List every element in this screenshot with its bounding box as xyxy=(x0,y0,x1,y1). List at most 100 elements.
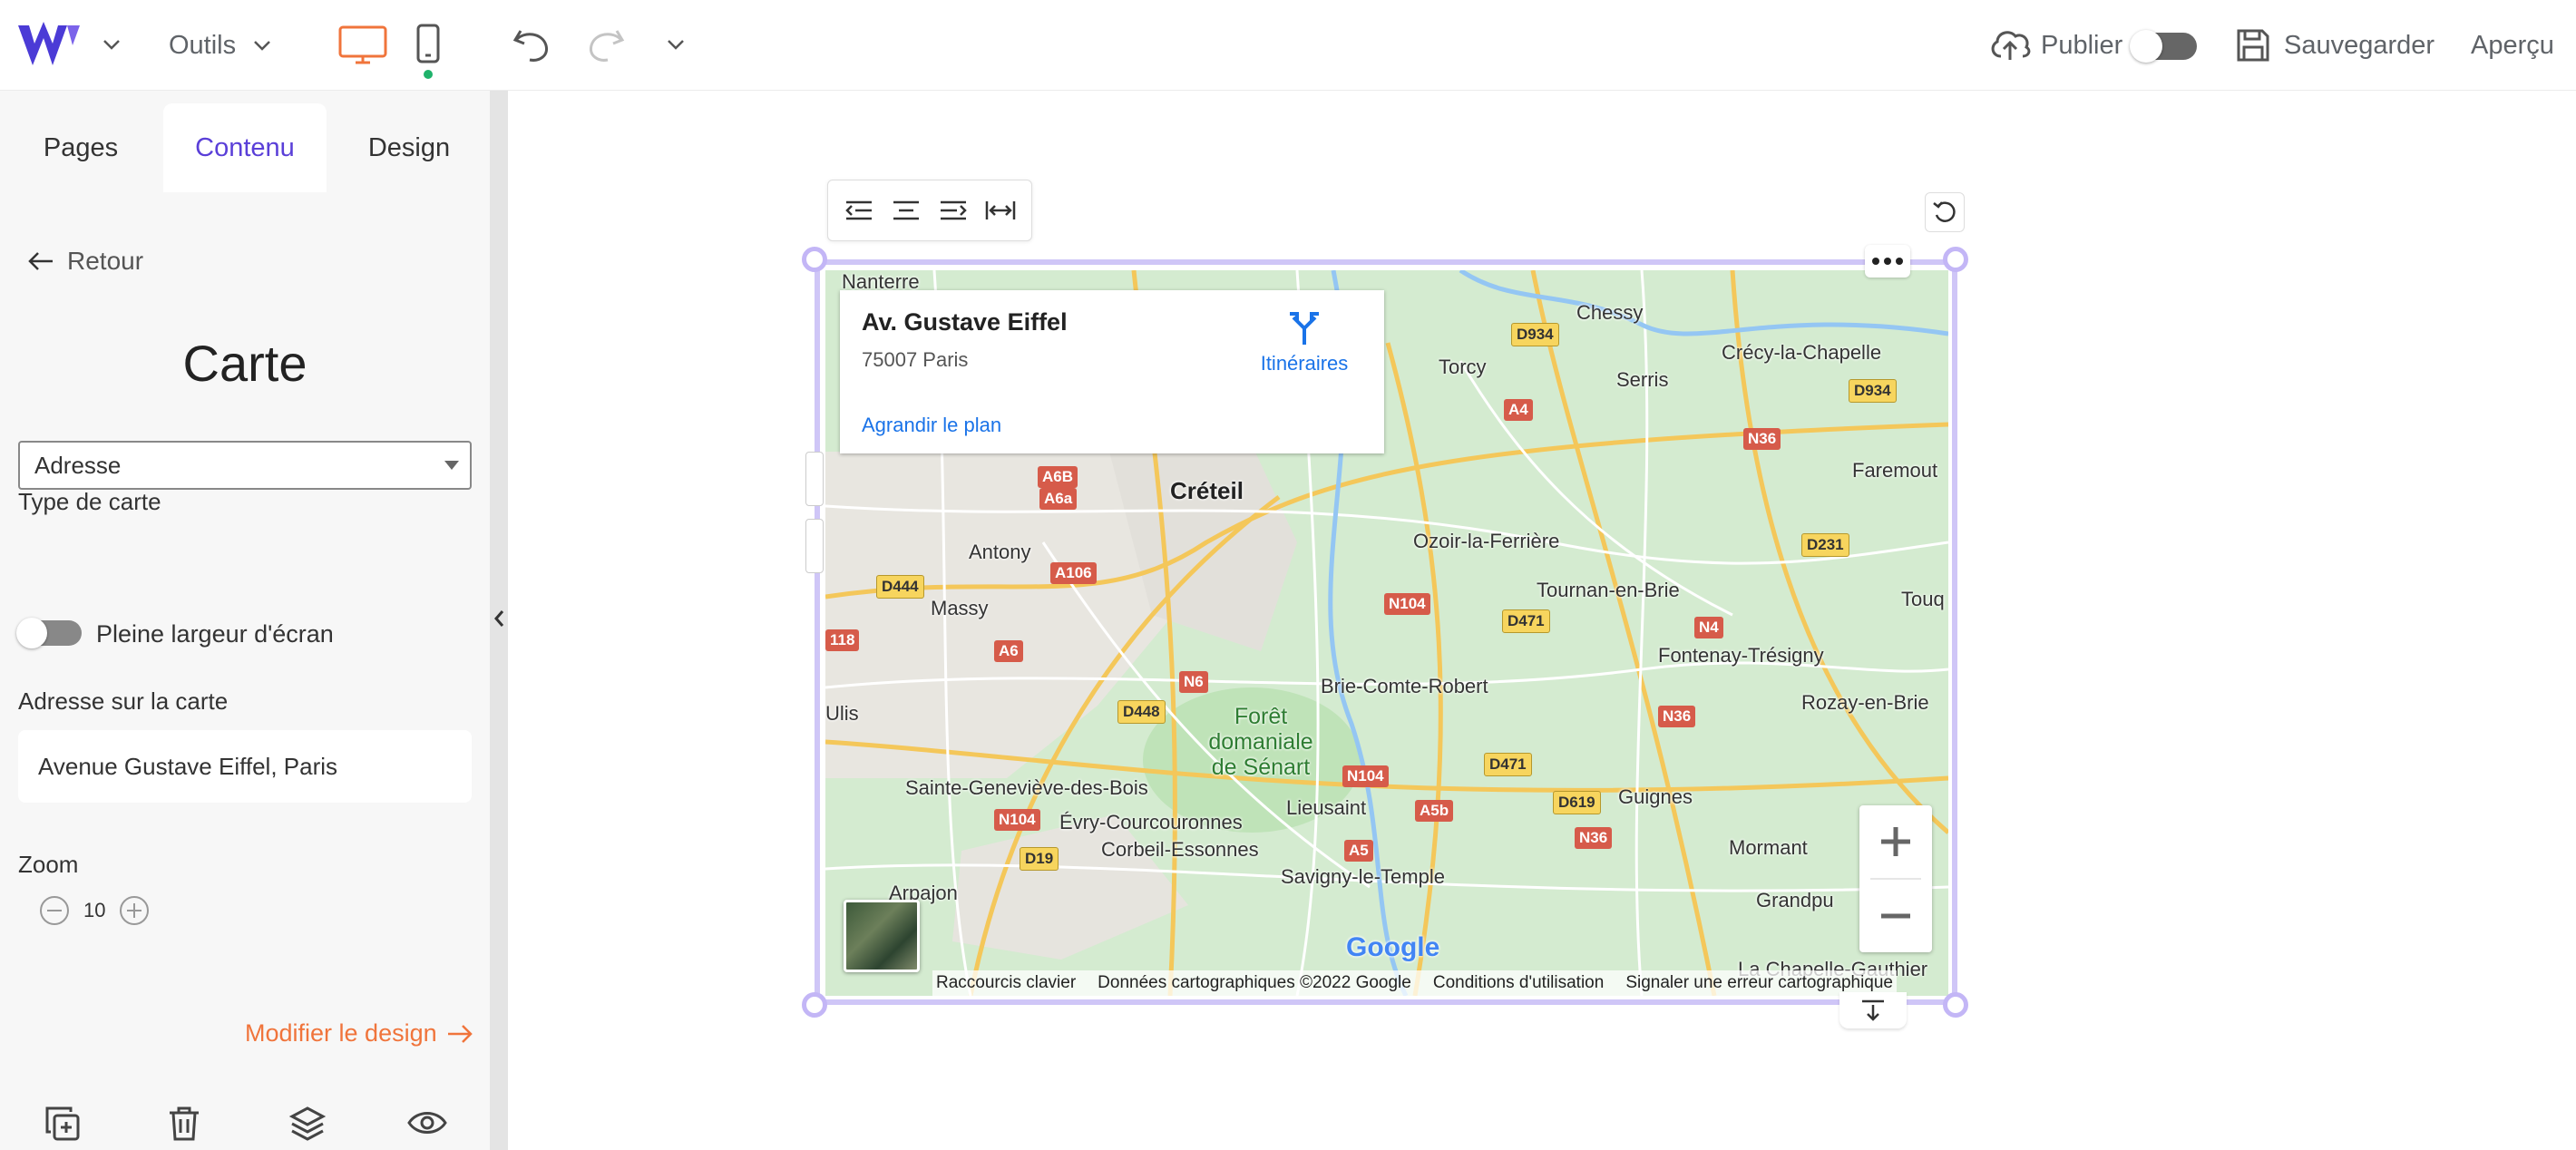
undo-button[interactable] xyxy=(508,22,555,69)
zoom-label: Zoom xyxy=(18,851,79,878)
road-a6b: A6B xyxy=(1038,466,1078,488)
minus-icon xyxy=(1881,913,1910,919)
map-label-nanterre: Nanterre xyxy=(842,270,920,293)
address-label: Adresse sur la carte xyxy=(18,687,229,715)
road-a5b: A5b xyxy=(1415,800,1454,822)
reset-icon xyxy=(1933,201,1956,222)
logo-icon[interactable] xyxy=(16,18,85,73)
map-label-ulis: Ulis xyxy=(825,702,859,725)
trash-icon[interactable] xyxy=(167,1105,201,1143)
modify-design-link[interactable]: Modifier le design xyxy=(245,1019,473,1048)
map-label-mormant: Mormant xyxy=(1729,836,1808,859)
map-label-massy: Massy xyxy=(931,597,989,619)
road-d934: D934 xyxy=(1849,379,1897,403)
back-label: Retour xyxy=(67,247,144,275)
mobile-view-button[interactable] xyxy=(410,20,446,82)
road-d619: D619 xyxy=(1553,791,1601,814)
map-label-fontenay: Fontenay-Trésigny xyxy=(1658,644,1824,667)
road-a106: A106 xyxy=(1050,562,1097,584)
road-n104: N104 xyxy=(1342,765,1389,787)
insert-below-icon xyxy=(1862,999,1884,1021)
map-label-corbeil: Corbeil-Essonnes xyxy=(1101,838,1259,861)
tools-menu[interactable]: Outils xyxy=(169,22,272,69)
publish-button[interactable]: Publier xyxy=(1988,22,2122,69)
road-d471: D471 xyxy=(1502,609,1550,633)
drag-handle-bottom[interactable] xyxy=(805,519,824,573)
dropdown-arrow-icon xyxy=(444,461,459,470)
map-label-crecy: Crécy-la-Chapelle xyxy=(1722,341,1882,364)
keyboard-shortcuts-link[interactable]: Raccourcis clavier xyxy=(936,973,1076,993)
road-d934: D934 xyxy=(1511,323,1559,346)
more-chevron-button[interactable] xyxy=(662,31,689,58)
map-label-torcy: Torcy xyxy=(1439,356,1487,378)
cloud-upload-icon xyxy=(1991,31,2031,60)
eye-icon[interactable] xyxy=(406,1106,448,1139)
directions-button[interactable]: Itinéraires xyxy=(1250,310,1359,375)
map-zoom-out-button[interactable] xyxy=(1859,880,1932,952)
panel-title: Carte xyxy=(182,335,307,392)
sidebar-tabs: Pages Contenu Design xyxy=(0,103,490,192)
terms-link[interactable]: Conditions d'utilisation xyxy=(1433,973,1604,993)
redo-icon xyxy=(590,30,625,62)
drag-handle-top[interactable] xyxy=(805,452,824,506)
road-n6: N6 xyxy=(1179,671,1208,693)
publish-toggle[interactable] xyxy=(2130,30,2197,63)
duplicate-icon[interactable] xyxy=(44,1105,82,1143)
resize-handle-top-left[interactable] xyxy=(802,247,827,272)
resize-handle-bottom-right[interactable] xyxy=(1943,992,1968,1018)
minus-circle-icon[interactable] xyxy=(38,894,71,927)
chevron-down-icon[interactable] xyxy=(98,31,125,58)
sidebar-footer-actions xyxy=(0,1097,490,1150)
road-a6: A6 xyxy=(994,640,1023,662)
dot-icon xyxy=(1896,258,1903,265)
resize-handle-bottom-left[interactable] xyxy=(802,992,827,1018)
chevron-down-icon xyxy=(254,41,271,51)
tab-design[interactable]: Design xyxy=(328,103,490,192)
map-label-sgdb: Sainte-Geneviève-des-Bois xyxy=(905,776,1148,799)
modify-design-label: Modifier le design xyxy=(245,1019,437,1047)
map-type-label: Type de carte xyxy=(18,488,161,515)
sidebar-collapse-handle[interactable] xyxy=(490,91,508,1150)
road-d448: D448 xyxy=(1117,700,1166,724)
chevron-down-icon xyxy=(668,40,684,50)
fullwidth-toggle[interactable] xyxy=(16,618,82,648)
map-label-grandpuits: Grandpu xyxy=(1756,889,1834,911)
road-d231: D231 xyxy=(1801,533,1849,557)
desktop-view-button[interactable] xyxy=(336,22,390,69)
reset-button[interactable] xyxy=(1925,192,1965,232)
insert-below-button[interactable] xyxy=(1839,992,1907,1028)
tools-label: Outils xyxy=(169,30,237,60)
road-n36: N36 xyxy=(1658,706,1696,727)
layers-icon[interactable] xyxy=(288,1105,327,1143)
align-left-icon[interactable] xyxy=(843,197,875,224)
map-zoom-in-button[interactable] xyxy=(1859,805,1932,878)
save-button[interactable]: Sauvegarder xyxy=(2235,22,2435,69)
map-type-select[interactable]: Adresse xyxy=(18,441,472,490)
toggle-knob xyxy=(16,618,47,648)
redo-button[interactable] xyxy=(582,22,629,69)
place-subtitle: 75007 Paris xyxy=(862,348,969,371)
map-label-brie: Brie-Comte-Robert xyxy=(1321,675,1488,697)
dot-icon xyxy=(1884,258,1891,265)
back-link[interactable]: Retour xyxy=(27,247,143,276)
preview-button[interactable]: Aperçu xyxy=(2471,22,2554,69)
tab-pages[interactable]: Pages xyxy=(0,103,161,192)
map-embed[interactable]: Av. Gustave Eiffel 75007 Paris Itinérair… xyxy=(825,270,1948,996)
align-center-icon[interactable] xyxy=(890,197,922,224)
tab-contenu[interactable]: Contenu xyxy=(163,103,327,192)
desktop-icon xyxy=(338,25,387,64)
publish-label: Publier xyxy=(2041,30,2123,60)
report-error-link[interactable]: Signaler une erreur cartographique xyxy=(1625,973,1893,993)
resize-handle-top-right[interactable] xyxy=(1943,247,1968,272)
more-options-button[interactable] xyxy=(1865,245,1910,278)
map-label-serris: Serris xyxy=(1616,368,1669,391)
plus-circle-icon[interactable] xyxy=(118,894,151,927)
satellite-layer-toggle[interactable] xyxy=(844,900,920,972)
align-right-icon[interactable] xyxy=(937,197,970,224)
address-input[interactable]: Avenue Gustave Eiffel, Paris xyxy=(18,730,472,803)
map-label-antony: Antony xyxy=(969,541,1031,563)
full-width-icon[interactable] xyxy=(984,197,1017,224)
enlarge-map-link[interactable]: Agrandir le plan xyxy=(862,414,1001,437)
road-a4: A4 xyxy=(1504,399,1533,421)
place-title: Av. Gustave Eiffel xyxy=(862,308,1068,336)
